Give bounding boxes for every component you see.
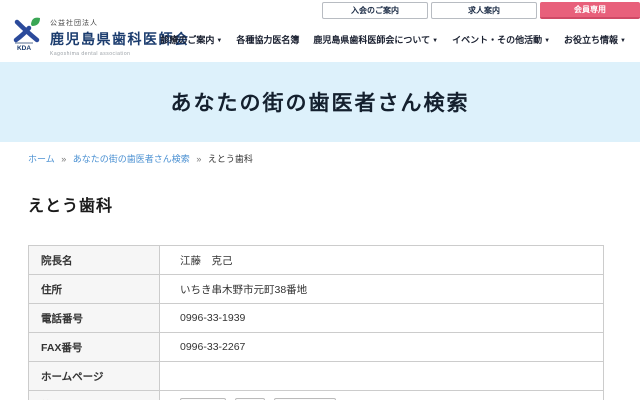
hero-banner: あなたの街の歯医者さん検索	[0, 62, 640, 142]
row-value: 0996-33-1939	[160, 304, 604, 333]
org-name-english: Kagoshima dental association	[50, 51, 190, 57]
row-value	[160, 362, 604, 391]
row-label: ホームページ	[29, 362, 160, 391]
table-row-departments: 診療科目 小児歯科 歯科 歯科口腔外科	[29, 391, 604, 400]
org-type-label: 公益社団法人	[50, 18, 190, 28]
nav-item-label: お役立ち情報	[564, 35, 618, 45]
breadcrumb-separator: »	[196, 154, 201, 164]
kda-logo-icon: KDA	[12, 15, 44, 51]
row-label: 診療科目	[29, 391, 160, 400]
job-info-button[interactable]: 求人案内	[431, 2, 537, 19]
main-nav: 診療のご案内▼ 各種協力医名簿 鹿児島県歯科医師会について▼ イベント・その他活…	[160, 33, 626, 46]
table-row-fax: FAX番号 0996-33-2267	[29, 333, 604, 362]
row-label: FAX番号	[29, 333, 160, 362]
chevron-down-icon: ▼	[620, 38, 626, 44]
chevron-down-icon: ▼	[216, 38, 222, 44]
site-header: KDA 公益社団法人 鹿児島県歯科医師会 Kagoshima dental as…	[0, 0, 640, 62]
breadcrumb-current: えとう歯科	[208, 154, 253, 164]
nav-item-useful-info[interactable]: お役立ち情報▼	[564, 33, 626, 46]
row-label: 住所	[29, 275, 160, 304]
breadcrumb-separator: »	[61, 154, 66, 164]
members-only-button[interactable]: 会員専用	[540, 2, 640, 19]
nav-item-medical-guide[interactable]: 診療のご案内▼	[160, 33, 222, 46]
clinic-detail-table: 院長名 江藤 克己 住所 いちき串木野市元町38番地 電話番号 0996-33-…	[28, 245, 604, 400]
nav-item-events[interactable]: イベント・その他活動▼	[452, 33, 550, 46]
row-value: 江藤 克己	[160, 246, 604, 275]
nav-item-label: 診療のご案内	[160, 35, 214, 45]
table-row-phone: 電話番号 0996-33-1939	[29, 304, 604, 333]
join-guide-button[interactable]: 入会のご案内	[322, 2, 428, 19]
nav-item-label: 各種協力医名簿	[236, 35, 299, 45]
chevron-down-icon: ▼	[432, 38, 438, 44]
page-banner-title: あなたの街の歯医者さん検索	[171, 87, 470, 117]
table-row-address: 住所 いちき串木野市元町38番地	[29, 275, 604, 304]
row-label: 電話番号	[29, 304, 160, 333]
row-value: 0996-33-2267	[160, 333, 604, 362]
nav-item-about-association[interactable]: 鹿児島県歯科医師会について▼	[313, 33, 438, 46]
nav-item-label: イベント・その他活動	[452, 35, 542, 45]
row-value: いちき串木野市元町38番地	[160, 275, 604, 304]
breadcrumb: ホーム » あなたの街の歯医者さん検索 » えとう歯科	[28, 152, 612, 165]
breadcrumb-search-link[interactable]: あなたの街の歯医者さん検索	[73, 154, 190, 164]
row-value: 小児歯科 歯科 歯科口腔外科	[160, 391, 604, 400]
nav-item-cooperating-doctors[interactable]: 各種協力医名簿	[236, 33, 299, 46]
breadcrumb-home-link[interactable]: ホーム	[28, 154, 55, 164]
utility-button-group: 入会のご案内 求人案内 会員専用	[322, 2, 640, 19]
chevron-down-icon: ▼	[544, 38, 550, 44]
nav-item-label: 鹿児島県歯科医師会について	[313, 35, 430, 45]
main-content: ホーム » あなたの街の歯医者さん検索 » えとう歯科 えとう歯科 院長名 江藤…	[0, 152, 640, 400]
table-row-director: 院長名 江藤 克己	[29, 246, 604, 275]
table-row-homepage: ホームページ	[29, 362, 604, 391]
row-label: 院長名	[29, 246, 160, 275]
clinic-name-title: えとう歯科	[28, 192, 612, 216]
logo-abbr: KDA	[17, 45, 31, 51]
